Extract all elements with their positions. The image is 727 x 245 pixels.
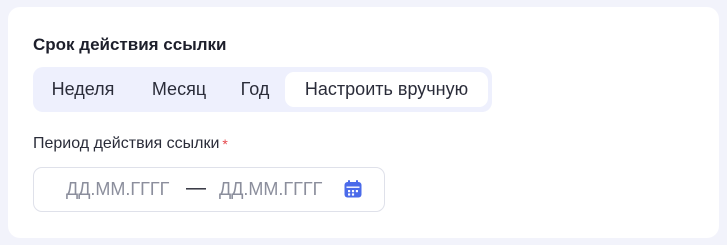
link-settings-card: Срок действия ссылки Неделя Месяц Год На… bbox=[8, 7, 719, 238]
calendar-icon[interactable] bbox=[343, 179, 363, 199]
section-title: Срок действия ссылки bbox=[33, 35, 227, 54]
date-range-separator: — bbox=[186, 177, 206, 199]
option-week[interactable]: Неделя bbox=[45, 72, 121, 107]
validity-segmented-control: Неделя Месяц Год Настроить вручную bbox=[33, 67, 492, 112]
required-mark: * bbox=[222, 136, 228, 152]
option-year[interactable]: Год bbox=[230, 72, 280, 107]
option-month[interactable]: Месяц bbox=[141, 72, 217, 107]
period-label: Период действия ссылки * bbox=[33, 134, 228, 154]
option-custom[interactable]: Настроить вручную bbox=[285, 72, 488, 107]
date-to-input[interactable]: ДД.ММ.ГГГГ bbox=[219, 168, 322, 211]
date-range-field[interactable]: ДД.ММ.ГГГГ — ДД.ММ.ГГГГ bbox=[33, 167, 385, 212]
date-from-input[interactable]: ДД.ММ.ГГГГ bbox=[66, 168, 169, 211]
period-label-text: Период действия ссылки bbox=[33, 135, 220, 152]
